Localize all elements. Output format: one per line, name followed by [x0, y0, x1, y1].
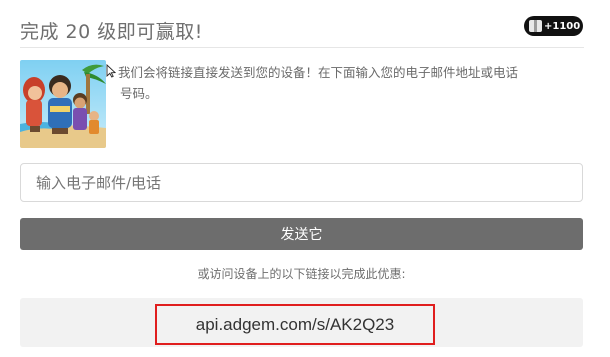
gift-icon	[529, 20, 542, 32]
alternative-instructions: 或访问设备上的以下链接以完成此优惠:	[197, 267, 406, 281]
offer-link[interactable]: api.adgem.com/s/AK2Q23	[155, 304, 435, 345]
reward-badge: +1100	[524, 16, 583, 36]
game-art-image	[20, 60, 106, 148]
send-button[interactable]: 发送它	[20, 218, 583, 250]
offer-dialog: 完成 20 级即可赢取! +1100 我们会将链接直接发送到您的设备！在下面输入…	[0, 0, 610, 357]
cursor-icon	[106, 64, 116, 78]
description-line-2: 号码。	[120, 86, 158, 101]
page-title: 完成 20 级即可赢取!	[20, 21, 203, 43]
contact-input[interactable]	[20, 163, 583, 202]
description-line-1: 我们会将链接直接发送到您的设备！在下面输入您的电子邮件地址或电话	[118, 65, 519, 80]
reward-amount: +1100	[544, 20, 581, 32]
offer-description: 我们会将链接直接发送到您的设备！在下面输入您的电子邮件地址或电话 号码。	[118, 62, 586, 104]
title-divider	[20, 47, 584, 48]
